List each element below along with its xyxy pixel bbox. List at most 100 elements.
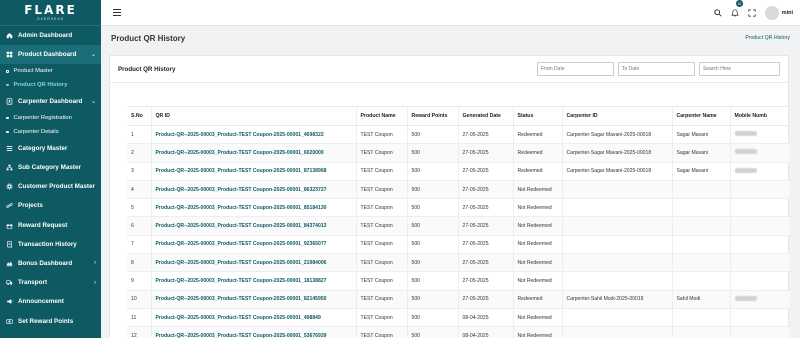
table-row[interactable]: 6 Product-QR--2025-00003_Product-TEST Cou… [127,216,790,236]
bullet-icon [6,70,9,73]
sidebar-item-label: Carpenter Details [13,128,59,135]
sidebar-item-label: Set Reward Points [18,317,74,325]
sidebar-item-carpenter-registration[interactable]: Carpenter Registration [0,111,101,125]
filters [537,62,780,76]
col-status-cell: Redeemed [512,143,562,163]
table-row[interactable]: 2 Product-QR--2025-00003_Product-TEST Cou… [127,143,790,163]
sidebar-item-transaction-history[interactable]: Transaction History [0,235,101,254]
col-generated-date-cell: 08-04-2025 [457,326,513,338]
col-qr-id-cell[interactable]: Product-QR--2025-00003_Product-TEST Coup… [150,143,356,163]
col-carpenter-id-header[interactable]: Carpenter ID [561,106,672,126]
table-row[interactable]: 12 Product-QR--2025-00003_Product-TEST Co… [127,326,790,338]
table-row[interactable]: 4 Product-QR--2025-00003_Product-TEST Cou… [127,180,790,200]
col-qr-id-cell[interactable]: Product-QR--2025-00003_Product-TEST Coup… [150,271,356,291]
sidebar-item-category-master[interactable]: Category Master [0,139,101,158]
fullscreen-icon[interactable] [748,4,756,22]
col-qr-id-cell[interactable]: Product-QR--2025-00003_Product-TEST Coup… [150,198,356,218]
sidebar-item-customer-product-master[interactable]: Customer Product Master [0,177,101,196]
sidebar-item-product-dashboard[interactable]: Product Dashboard ⌄ [0,45,101,65]
menu-toggle-icon[interactable] [113,9,121,16]
sidebar-item-product-qr-history[interactable]: Product QR History [0,78,101,92]
sidebar-item-projects[interactable]: Projects [0,196,101,215]
masked-mobile-number [734,295,757,301]
sidebar-item-set-reward-points[interactable]: Set Reward Points [0,311,101,330]
sidebar: FLARE OVERSEAS Admin Dashboard Product Da… [0,0,101,338]
col-generated-date-header[interactable]: Generated Date [457,106,513,126]
user-name[interactable]: mini [782,10,793,16]
col-qr-id-cell[interactable]: Product-QR--2025-00003_Product-TEST Coup… [150,125,356,145]
notification-bell-icon[interactable]: 10 [730,0,743,22]
col-sno-header[interactable]: S.No [127,106,151,126]
sidebar-item-transport[interactable]: Transport › [0,273,101,292]
col-reward-points-cell: 500 [406,162,458,181]
col-status-cell: Not Redeemed [512,216,562,236]
table-row[interactable]: 10 Product-QR--2025-00003_Product-TEST Co… [127,290,790,309]
col-qr-id-cell[interactable]: Product-QR--2025-00003_Product-TEST Coup… [150,290,356,309]
col-carpenter-name-header[interactable]: Carpenter Name [671,106,730,126]
table-row[interactable]: 7 Product-QR--2025-00003_Product-TEST Cou… [127,235,790,255]
table-row[interactable]: 1 Product-QR--2025-00003_Product-TEST Cou… [127,125,790,145]
sidebar-item-carpenter-dashboard[interactable]: Carpenter Dashboard ⌄ [0,92,101,111]
col-product-name-header[interactable]: Product Name [355,106,407,126]
col-qr-id-cell[interactable]: Product-QR--2025-00003_Product-TEST Coup… [150,216,356,236]
chevron-right-icon: › [94,279,96,286]
col-generated-date-cell: 27-05-2025 [457,216,513,236]
col-carpenter-id-cell [561,253,672,273]
col-qr-id-cell[interactable]: Product-QR--2025-00003_Product-TEST Coup… [150,162,356,181]
topbar: 10 mini [101,0,800,26]
col-qr-id-cell[interactable]: Product-QR--2025-00003_Product-TEST Coup… [150,253,356,273]
col-generated-date-cell: 27-05-2025 [457,235,513,255]
from-date-input[interactable] [537,62,614,76]
col-reward-points-cell: 500 [406,180,458,200]
to-date-input[interactable] [618,62,695,76]
sidebar-item-admin-dashboard[interactable]: Admin Dashboard [0,26,101,45]
brand-logo[interactable]: FLARE OVERSEAS [0,0,101,26]
brand-tagline: OVERSEAS [36,17,65,21]
col-qr-id-cell[interactable]: Product-QR--2025-00003_Product-TEST Coup… [150,235,356,255]
search-input[interactable] [699,62,780,76]
gift-icon [5,221,14,230]
col-carpenter-id-cell: Carpenter-Sagar Mavani-2025-00018 [561,125,672,145]
table-row[interactable]: 3 Product-QR--2025-00003_Product-TEST Cou… [127,162,790,181]
col-generated-date-cell: 27-05-2025 [457,198,513,218]
col-carpenter-id-cell [561,235,672,255]
search-icon[interactable] [714,4,722,22]
col-reward-points-header[interactable]: Reward Points [406,106,458,126]
table-row[interactable]: 5 Product-QR--2025-00003_Product-TEST Cou… [127,198,790,218]
col-carpenter-name-cell: Sagar Mavani [671,125,730,145]
col-qr-id-cell[interactable]: Product-QR--2025-00003_Product-TEST Coup… [150,326,356,338]
sidebar-item-carpenter-details[interactable]: Carpenter Details [0,125,101,139]
col-generated-date-cell: 27-05-2025 [457,290,513,309]
col-carpenter-id-cell [561,326,672,338]
col-qr-id-cell[interactable]: Product-QR--2025-00003_Product-TEST Coup… [150,180,356,200]
col-status-header[interactable]: Status [512,106,562,126]
breadcrumb[interactable]: Product QR History [745,35,790,41]
table-row[interactable]: 8 Product-QR--2025-00003_Product-TEST Cou… [127,253,790,273]
card-title: Product QR History [118,65,176,73]
sidebar-item-announcement[interactable]: Announcement [0,292,101,311]
col-sno-cell: 12 [127,326,151,338]
home-icon [5,31,14,40]
receipt-icon [5,240,14,249]
col-qr-id-header[interactable]: QR ID [150,106,356,126]
col-generated-date-cell: 27-05-2025 [457,253,513,273]
table-row[interactable]: 11 Product-QR--2025-00003_Product-TEST Co… [127,308,790,328]
bonus-icon [5,259,14,268]
sidebar-item-sub-category-master[interactable]: Sub Category Master [0,158,101,177]
chevron-down-icon: ⌄ [90,52,96,59]
table-container[interactable]: S.No QR ID Product Name Reward Points Genera… [127,106,790,338]
sidebar-item-bonus-dashboard[interactable]: Bonus Dashboard › [0,254,101,273]
table-row[interactable]: 9 Product-QR--2025-00003_Product-TEST Cou… [127,271,790,291]
sidebar-item-reward-request[interactable]: Reward Request [0,216,101,235]
col-product-name-cell: TEST Coupon [355,290,407,309]
col-mobile-number-header[interactable]: Mobile Numb [729,106,790,126]
sidebar-item-product-master[interactable]: Product Master [0,64,101,78]
col-reward-points-cell: 500 [406,235,458,255]
col-qr-id-cell[interactable]: Product-QR--2025-00003_Product-TEST Coup… [150,308,356,328]
col-carpenter-name-cell [671,180,730,200]
col-mobile-number-cell [729,143,790,163]
col-status-cell: Redeemed [512,290,562,309]
sidebar-item-label: Category Master [18,144,68,152]
col-sno-cell: 4 [127,180,151,200]
avatar[interactable] [764,6,779,20]
